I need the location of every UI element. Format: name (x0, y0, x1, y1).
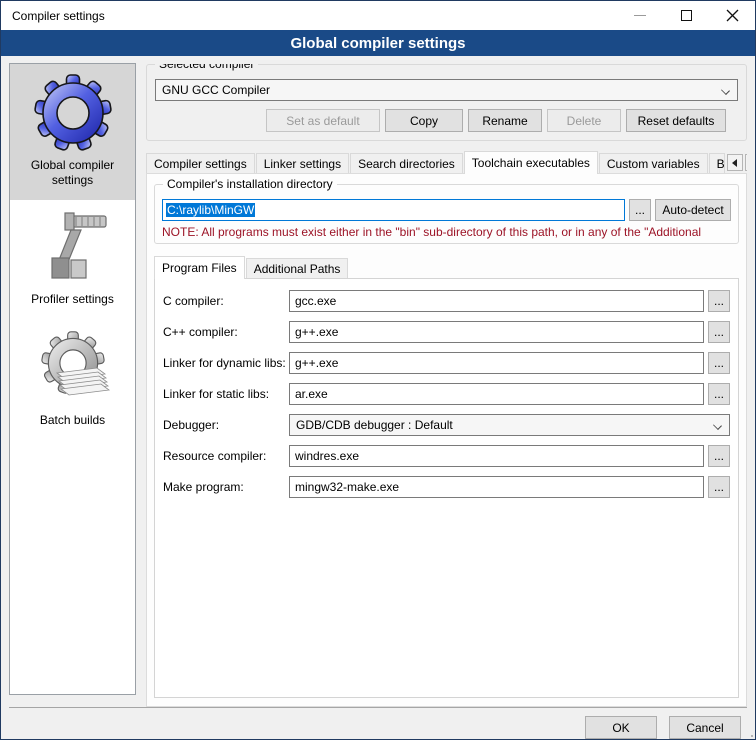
installation-directory-browse-button[interactable]: ... (629, 199, 651, 221)
resource-compiler-input[interactable] (289, 445, 704, 467)
minimize-button[interactable] (617, 1, 663, 30)
dialog-header-title: Global compiler settings (290, 35, 465, 52)
make-program-label: Make program: (163, 480, 289, 494)
cpp-compiler-row: C++ compiler: ... (163, 321, 730, 343)
linker-static-label: Linker for static libs: (163, 387, 289, 401)
arrow-left-icon (728, 159, 737, 167)
tab-scroll-arrows (727, 154, 747, 171)
executables-tabstrip: Program Files Additional Paths (154, 256, 739, 279)
make-program-input[interactable] (289, 476, 704, 498)
debugger-select[interactable]: GDB/CDB debugger : Default (289, 414, 730, 436)
reset-defaults-button[interactable]: Reset defaults (626, 109, 726, 132)
window-title: Compiler settings (1, 9, 105, 23)
linker-static-input[interactable] (289, 383, 704, 405)
cancel-button[interactable]: Cancel (669, 716, 741, 739)
selected-compiler-group-label: Selected compiler (155, 64, 258, 71)
tab-additional-paths[interactable]: Additional Paths (246, 258, 349, 279)
titlebar[interactable]: Compiler settings (1, 1, 755, 30)
tab-custom-variables[interactable]: Custom variables (599, 153, 708, 174)
sidebar-item-label: Profiler settings (25, 288, 120, 307)
debugger-row: Debugger: GDB/CDB debugger : Default (163, 414, 730, 436)
settings-notebook: Compiler settings Linker settings Search… (146, 151, 747, 707)
make-program-browse-button[interactable]: ... (708, 476, 730, 498)
sidebar-item-profiler-settings[interactable]: Profiler settings (10, 200, 135, 319)
sidebar-item-batch-builds[interactable]: Batch builds (10, 319, 135, 440)
sidebar-item-global-compiler-settings[interactable]: Global compiler settings (10, 64, 135, 200)
linker-dynamic-input[interactable] (289, 352, 704, 374)
chevron-down-icon (713, 421, 722, 430)
maximize-icon (681, 10, 692, 21)
sidebar-item-label: Global compiler settings (10, 154, 135, 188)
tab-program-files[interactable]: Program Files (154, 256, 245, 279)
selected-compiler-select[interactable]: GNU GCC Compiler (155, 79, 738, 101)
executables-notebook: Program Files Additional Paths C compile… (154, 256, 739, 698)
footer-buttons: OK Cancel (1, 708, 755, 739)
caliper-icon (34, 208, 112, 288)
maximize-button[interactable] (663, 1, 709, 30)
compiler-buttons-row: Set as default Copy Rename Delete Reset … (155, 109, 738, 132)
selected-compiler-group: Selected compiler GNU GCC Compiler Set a… (146, 64, 747, 141)
resize-grip[interactable] (743, 735, 753, 740)
bin-subdirectory-note: NOTE: All programs must exist either in … (162, 225, 731, 239)
tab-build-options[interactable]: Builc (709, 153, 725, 174)
tab-scroll-right-button[interactable] (745, 154, 747, 171)
resource-compiler-row: Resource compiler: ... (163, 445, 730, 467)
tab-linker-settings[interactable]: Linker settings (256, 153, 349, 174)
auto-detect-button[interactable]: Auto-detect (655, 199, 731, 221)
delete-button[interactable]: Delete (547, 109, 621, 132)
cpp-compiler-input[interactable] (289, 321, 704, 343)
global-compiler-settings-panel: Selected compiler GNU GCC Compiler Set a… (146, 64, 747, 707)
tab-toolchain-executables[interactable]: Toolchain executables (464, 151, 598, 174)
chevron-down-icon (721, 86, 730, 95)
installation-directory-group: Compiler's installation directory C:\ray… (154, 184, 739, 244)
linker-dynamic-row: Linker for dynamic libs: ... (163, 352, 730, 374)
gray-gear-stack-icon (33, 327, 113, 409)
c-compiler-row: C compiler: ... (163, 290, 730, 312)
rename-button[interactable]: Rename (468, 109, 542, 132)
debugger-value: GDB/CDB debugger : Default (296, 418, 453, 432)
tab-search-directories[interactable]: Search directories (350, 153, 463, 174)
cpp-compiler-label: C++ compiler: (163, 325, 289, 339)
c-compiler-label: C compiler: (163, 294, 289, 308)
dialog-body: Global compiler settings Profiler settin… (1, 56, 755, 707)
resource-compiler-label: Resource compiler: (163, 449, 289, 463)
ok-button[interactable]: OK (585, 716, 657, 739)
window-controls (617, 1, 755, 30)
compiler-settings-window: Compiler settings Global compiler settin… (0, 0, 756, 740)
installation-directory-label: Compiler's installation directory (163, 177, 337, 191)
resource-compiler-browse-button[interactable]: ... (708, 445, 730, 467)
dialog-footer: OK Cancel (1, 707, 755, 739)
debugger-label: Debugger: (163, 418, 289, 432)
toolchain-executables-page: Compiler's installation directory C:\ray… (146, 173, 747, 707)
c-compiler-input[interactable] (289, 290, 704, 312)
cpp-compiler-browse-button[interactable]: ... (708, 321, 730, 343)
close-icon (726, 9, 739, 22)
linker-dynamic-browse-button[interactable]: ... (708, 352, 730, 374)
close-button[interactable] (709, 1, 755, 30)
sidebar-item-label: Batch builds (34, 409, 111, 428)
tab-compiler-settings[interactable]: Compiler settings (146, 153, 255, 174)
minimize-icon (634, 15, 646, 16)
dialog-header: Global compiler settings (1, 30, 755, 56)
settings-category-list: Global compiler settings Profiler settin… (9, 63, 136, 695)
settings-tabstrip: Compiler settings Linker settings Search… (146, 151, 747, 174)
set-as-default-button[interactable]: Set as default (266, 109, 380, 132)
selected-compiler-value: GNU GCC Compiler (162, 83, 270, 97)
c-compiler-browse-button[interactable]: ... (708, 290, 730, 312)
linker-static-row: Linker for static libs: ... (163, 383, 730, 405)
program-files-page: C compiler: ... C++ compiler: (154, 278, 739, 698)
copy-button[interactable]: Copy (385, 109, 463, 132)
tab-scroll-left-button[interactable] (727, 154, 743, 171)
installation-directory-input[interactable]: C:\raylib\MinGW (162, 199, 625, 221)
installation-directory-row: C:\raylib\MinGW ... Auto-detect (162, 199, 731, 221)
linker-dynamic-label: Linker for dynamic libs: (163, 356, 289, 370)
linker-static-browse-button[interactable]: ... (708, 383, 730, 405)
installation-directory-value: C:\raylib\MinGW (166, 203, 255, 217)
blue-gear-icon (33, 72, 113, 154)
make-program-row: Make program: ... (163, 476, 730, 498)
